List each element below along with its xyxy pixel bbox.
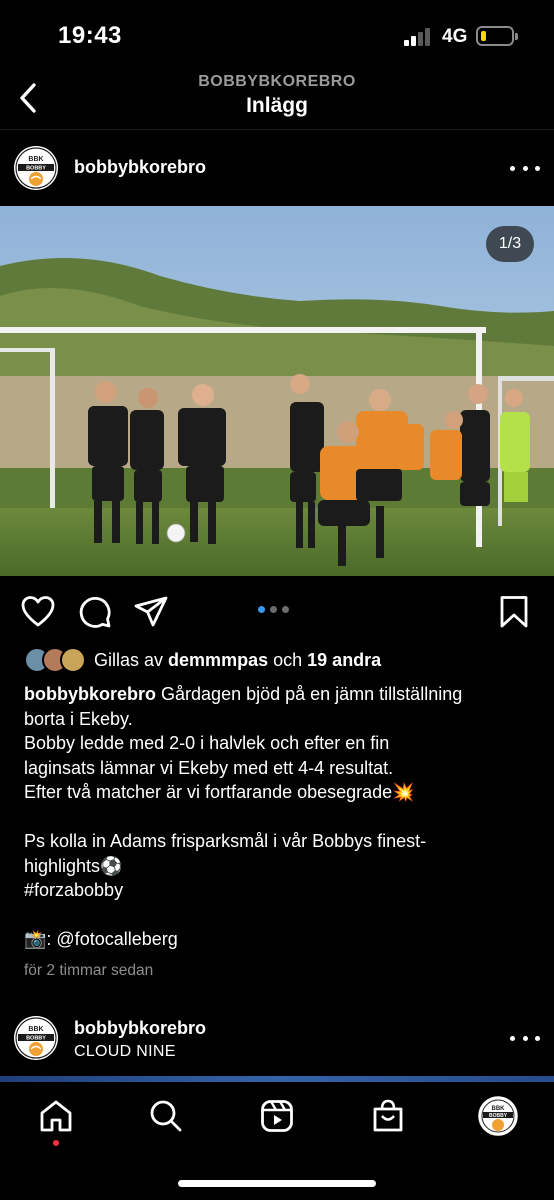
share-button[interactable] bbox=[133, 594, 169, 630]
club-logo-icon: BBK BOBBY bbox=[14, 1016, 58, 1060]
more-options-button[interactable] bbox=[510, 1028, 540, 1048]
avatar[interactable]: BBK BOBBY bbox=[14, 146, 58, 190]
liker-avatars bbox=[24, 647, 90, 673]
photo-counter: 1/3 bbox=[486, 226, 534, 262]
likes-row[interactable]: Gillas av demmmpas och 19 andra bbox=[24, 646, 381, 674]
likes-text: Gillas av demmmpas och 19 andra bbox=[94, 649, 382, 670]
post-caption: bobbybkorebro Gårdagen bjöd på en jämn t… bbox=[24, 682, 524, 952]
football-match-photo bbox=[0, 206, 554, 576]
caption-username[interactable]: bobbybkorebro bbox=[24, 684, 156, 704]
next-post-audio[interactable]: CLOUD NINE bbox=[74, 1043, 176, 1061]
cellular-signal-icon bbox=[404, 28, 434, 46]
liker-username[interactable]: demmmpas bbox=[168, 650, 268, 670]
photographer-mention[interactable]: 📸: @fotocalleberg bbox=[24, 927, 524, 952]
battery-icon bbox=[476, 26, 518, 46]
home-icon bbox=[40, 1100, 72, 1132]
carousel-dot bbox=[282, 606, 289, 613]
network-type: 4G bbox=[442, 26, 468, 47]
paper-plane-icon bbox=[134, 596, 168, 627]
carousel-dot bbox=[270, 606, 277, 613]
club-logo-icon: BBK BOBBY bbox=[14, 146, 58, 190]
carousel-indicator bbox=[258, 606, 289, 613]
header-account-name: BOBBYBKOREBRO bbox=[198, 73, 356, 90]
reels-icon bbox=[261, 1100, 293, 1132]
logo-top-text: BBK bbox=[28, 1026, 43, 1033]
likes-others[interactable]: 19 andra bbox=[307, 650, 381, 670]
bottom-navigation: BBK BOBBY bbox=[0, 1082, 554, 1200]
status-time: 19:43 bbox=[58, 22, 122, 49]
notification-dot bbox=[53, 1140, 59, 1146]
nav-search[interactable] bbox=[146, 1096, 186, 1136]
status-bar: 19:43 4G bbox=[0, 0, 554, 70]
post-actions bbox=[0, 590, 554, 634]
post-header: BBK BOBBY bobbybkorebro bbox=[0, 140, 554, 200]
comment-button[interactable] bbox=[77, 594, 113, 630]
post-username[interactable]: bobbybkorebro bbox=[74, 157, 206, 178]
avatar[interactable]: BBK BOBBY bbox=[14, 1016, 58, 1060]
logo-top-text: BBK bbox=[28, 156, 43, 163]
carousel-dot-active bbox=[258, 606, 265, 613]
search-icon bbox=[150, 1100, 182, 1132]
logo-band-text: BOBBY bbox=[26, 166, 46, 172]
more-options-button[interactable] bbox=[510, 158, 540, 178]
page-title: Inlägg bbox=[246, 94, 308, 117]
like-button[interactable] bbox=[20, 594, 56, 630]
post-timestamp: för 2 timmar sedan bbox=[24, 962, 154, 979]
shopping-bag-icon bbox=[373, 1099, 403, 1132]
nav-shop[interactable] bbox=[368, 1096, 408, 1136]
next-post-header: BBK BOBBY bobbybkorebro CLOUD NINE bbox=[0, 1010, 554, 1076]
save-button[interactable] bbox=[496, 594, 532, 630]
logo-band-text: BOBBY bbox=[489, 1113, 508, 1119]
comment-bubble-icon bbox=[79, 597, 111, 628]
heart-icon bbox=[21, 596, 55, 627]
logo-band-text: BOBBY bbox=[26, 1036, 46, 1042]
next-post-username[interactable]: bobbybkorebro bbox=[74, 1018, 206, 1039]
nav-reels[interactable] bbox=[257, 1096, 297, 1136]
nav-home[interactable] bbox=[36, 1096, 76, 1136]
hashtag-link[interactable]: #forzabobby bbox=[24, 878, 524, 903]
post-photo[interactable]: 1/3 bbox=[0, 206, 554, 576]
logo-top-text: BBK bbox=[492, 1106, 506, 1112]
bookmark-icon bbox=[500, 596, 528, 628]
page-header: BOBBYBKOREBRO Inlägg bbox=[0, 70, 554, 130]
nav-profile[interactable]: BBK BOBBY bbox=[478, 1096, 518, 1136]
home-indicator[interactable] bbox=[178, 1180, 376, 1187]
profile-avatar-icon: BBK BOBBY bbox=[478, 1096, 518, 1136]
